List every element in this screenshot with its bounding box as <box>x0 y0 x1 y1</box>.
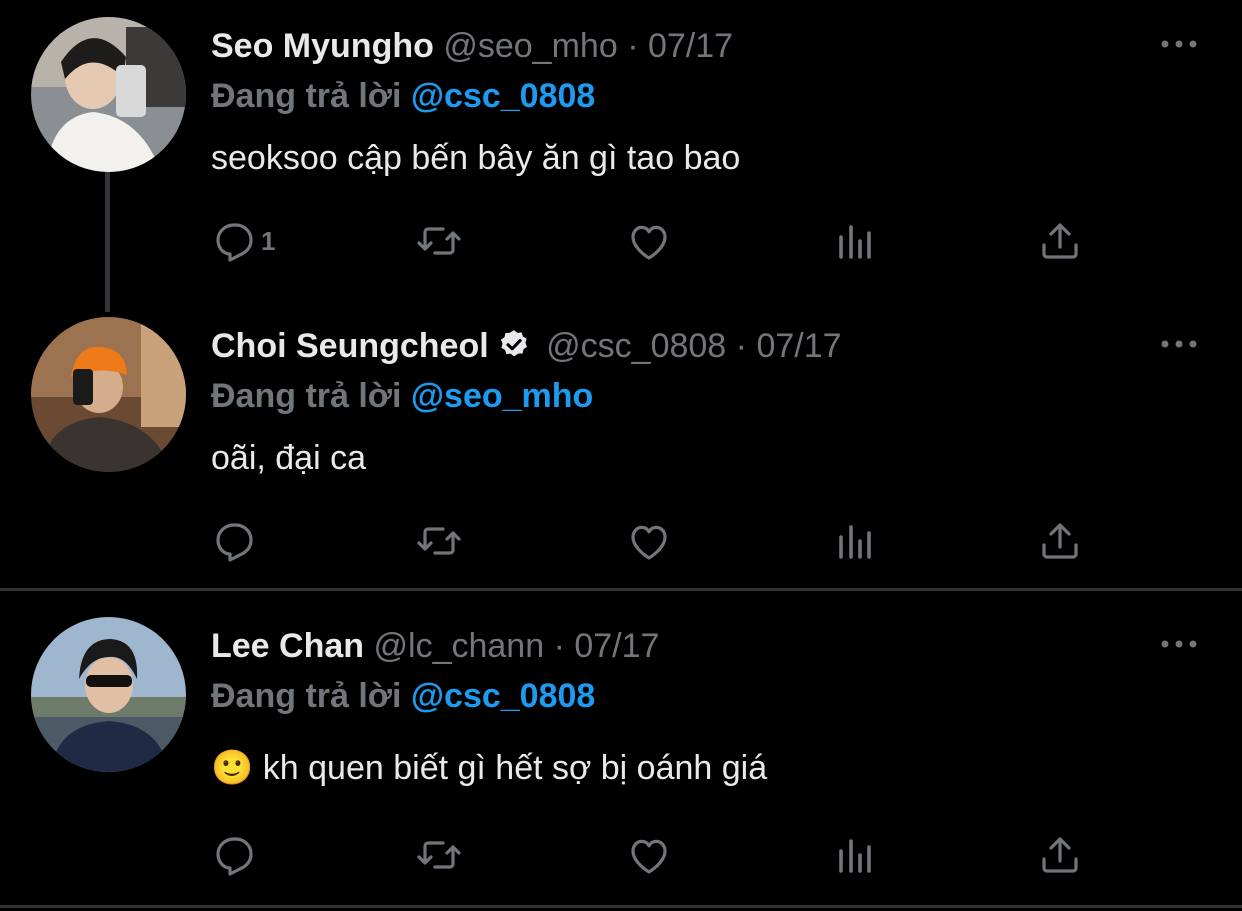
reply-count: 1 <box>261 225 276 256</box>
reply-prefix: Đang trả lời <box>211 77 402 115</box>
avatar[interactable] <box>31 17 186 172</box>
separator-dot: · <box>735 327 747 365</box>
tweet-text-content: kh quen biết gì hết sợ bị oánh giá <box>262 749 768 787</box>
views-icon <box>839 225 871 259</box>
tweet-text: oãi, đại ca <box>211 439 366 477</box>
reply-mention-link[interactable]: @csc_0808 <box>411 677 595 715</box>
display-name[interactable]: Seo Myungho <box>211 27 434 65</box>
share-button[interactable] <box>1036 216 1084 266</box>
tweet-header: Choi Seungcheol @csc_0808 · 07/17 <box>211 326 842 371</box>
reply-icon <box>216 837 253 876</box>
share-icon <box>1042 523 1078 559</box>
slightly-smiling-face-emoji: 🙂 <box>211 749 254 787</box>
like-icon <box>631 839 667 874</box>
views-icon <box>839 839 871 873</box>
views-icon <box>839 525 871 559</box>
tweet-actions <box>211 830 1111 880</box>
tweet[interactable]: Choi Seungcheol @csc_0808 · 07/17 Đang t… <box>0 300 1242 588</box>
reply-icon <box>216 523 253 562</box>
tweet-date[interactable]: 07/17 <box>756 327 841 365</box>
like-icon <box>631 225 667 260</box>
display-name[interactable]: Lee Chan <box>211 627 364 665</box>
reply-mention-link[interactable]: @csc_0808 <box>411 77 595 115</box>
views-button[interactable] <box>831 830 879 880</box>
reply-icon <box>216 223 253 262</box>
separator-dot: · <box>627 27 639 65</box>
share-icon <box>1042 837 1078 873</box>
display-name[interactable]: Choi Seungcheol <box>211 327 489 365</box>
share-button[interactable] <box>1036 830 1084 880</box>
handle[interactable]: @seo_mho <box>443 27 617 65</box>
more-icon[interactable] <box>1159 26 1199 62</box>
tweet[interactable]: Lee Chan @lc_chann · 07/17 Đang trả lời … <box>0 600 1242 900</box>
avatar[interactable] <box>31 617 186 772</box>
tweet-header: Lee Chan @lc_chann · 07/17 <box>211 626 659 666</box>
handle[interactable]: @csc_0808 <box>546 327 726 365</box>
tweet-actions: 1 <box>211 216 1111 266</box>
divider <box>0 905 1242 908</box>
verified-badge-icon <box>497 328 531 371</box>
tweet-date[interactable]: 07/17 <box>648 27 733 65</box>
reply-prefix: Đang trả lời <box>211 677 402 715</box>
like-icon <box>631 525 667 560</box>
tweet-text: seoksoo cập bến bây ăn gì tao bao <box>211 139 741 177</box>
retweet-icon <box>417 227 461 255</box>
tweet-header: Seo Myungho @seo_mho · 07/17 <box>211 26 733 66</box>
divider <box>0 588 1242 591</box>
retweet-button[interactable] <box>415 830 463 880</box>
reply-context: Đang trả lời @csc_0808 <box>211 676 595 716</box>
tweet-text: 🙂 kh quen biết gì hết sợ bị oánh giá <box>211 748 767 788</box>
separator-dot: · <box>553 627 565 665</box>
tweet-actions <box>211 516 1111 566</box>
like-button[interactable] <box>625 216 673 266</box>
tweet[interactable]: Seo Myungho @seo_mho · 07/17 Đang trả lờ… <box>0 0 1242 300</box>
reply-button[interactable] <box>211 516 261 566</box>
reply-context: Đang trả lời @seo_mho <box>211 376 593 416</box>
reply-button[interactable] <box>211 830 261 880</box>
like-button[interactable] <box>625 830 673 880</box>
like-button[interactable] <box>625 516 673 566</box>
handle[interactable]: @lc_chann <box>374 627 545 665</box>
reply-button[interactable]: 1 <box>211 216 275 266</box>
tweet-date[interactable]: 07/17 <box>574 627 659 665</box>
retweet-button[interactable] <box>415 216 463 266</box>
share-icon <box>1042 223 1078 259</box>
views-button[interactable] <box>831 516 879 566</box>
retweet-icon <box>417 841 461 869</box>
reply-prefix: Đang trả lời <box>211 377 402 415</box>
retweet-icon <box>417 527 461 555</box>
more-icon[interactable] <box>1159 326 1199 362</box>
retweet-button[interactable] <box>415 516 463 566</box>
share-button[interactable] <box>1036 516 1084 566</box>
avatar[interactable] <box>31 317 186 472</box>
reply-mention-link[interactable]: @seo_mho <box>411 377 593 415</box>
more-icon[interactable] <box>1159 626 1199 662</box>
reply-context: Đang trả lời @csc_0808 <box>211 76 595 116</box>
views-button[interactable] <box>831 216 879 266</box>
